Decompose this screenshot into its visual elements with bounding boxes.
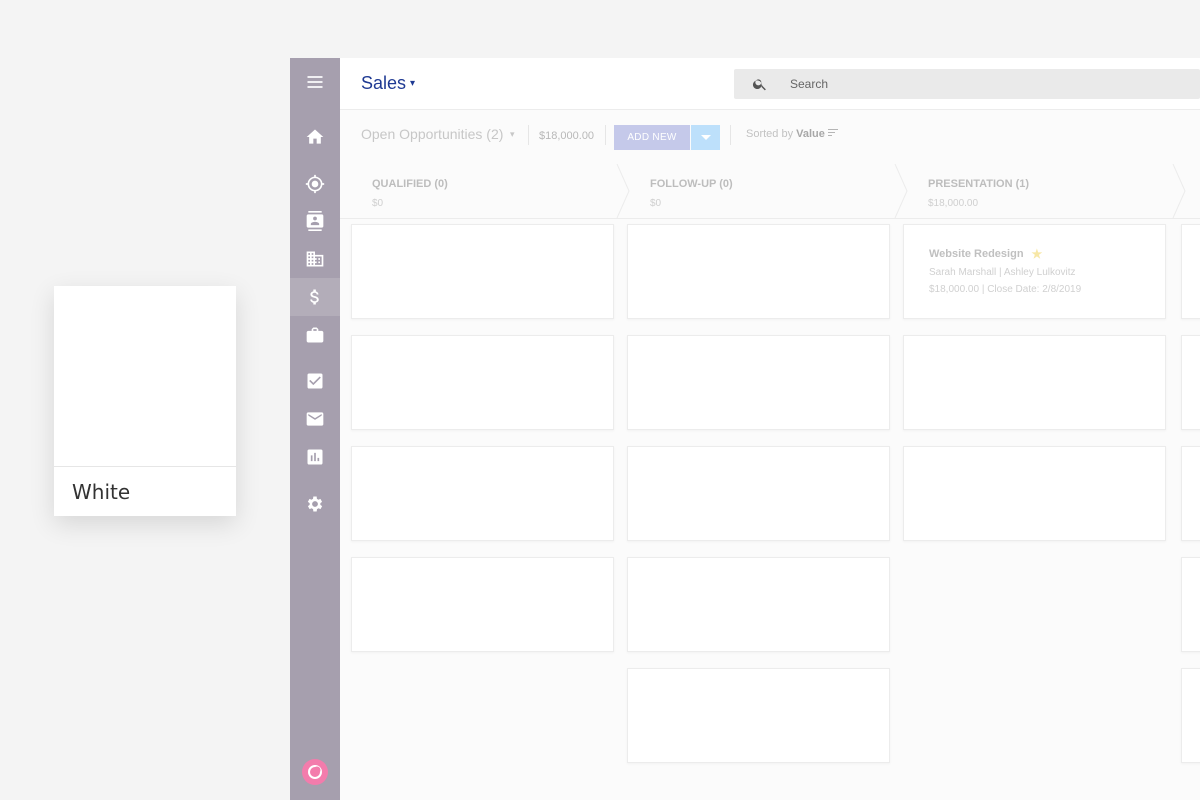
empty-card-slot (351, 557, 614, 652)
search-icon (752, 79, 766, 91)
opportunity-card[interactable]: Website Redesign ★ Sarah Marshall | Ashl… (903, 224, 1166, 319)
empty-card-slot (903, 446, 1166, 541)
stage-name: FOLLOW-UP (0) (650, 178, 733, 190)
page-title: Sales (361, 73, 407, 93)
search-input[interactable] (790, 74, 1170, 94)
chart-icon[interactable] (290, 438, 340, 476)
app-logo-icon[interactable] (302, 759, 328, 785)
empty-card-slot (627, 224, 890, 319)
sidebar (290, 58, 340, 800)
add-new-button[interactable]: ADD NEW (614, 125, 690, 150)
stage-follow-up[interactable]: FOLLOW-UP (0) $0 (628, 164, 898, 218)
target-icon[interactable] (290, 165, 340, 203)
divider (730, 125, 731, 145)
add-new-dropdown-button[interactable] (691, 125, 720, 150)
empty-card-slot (1181, 446, 1200, 541)
swatch-color-fill (54, 286, 236, 467)
empty-card-slot (1181, 668, 1200, 763)
empty-card-slot (351, 224, 614, 319)
opportunity-title: Website Redesign (929, 248, 1024, 260)
divider (340, 218, 1200, 219)
gear-icon[interactable] (290, 485, 340, 523)
empty-card-slot (627, 557, 890, 652)
page-title-dropdown[interactable]: Sales ▾ (361, 73, 415, 94)
stage-header-row: QUALIFIED (0) $0 FOLLOW-UP (0) $0 PRESEN… (340, 164, 1200, 218)
chevron-down-icon: ▾ (410, 78, 416, 89)
stage-divider-chevron (1172, 164, 1186, 218)
mail-icon[interactable] (290, 400, 340, 438)
star-icon[interactable]: ★ (1032, 247, 1043, 261)
sort-control[interactable]: Sorted by Value (746, 128, 825, 140)
empty-card-slot (627, 446, 890, 541)
stage-name: PRESENTATION (1) (928, 178, 1030, 190)
dollar-icon[interactable] (290, 278, 340, 316)
stage-amount: $0 (650, 198, 662, 209)
empty-card-slot (351, 446, 614, 541)
pipeline-toolbar: Open Opportunities (2) ▾ $18,000.00 ADD … (340, 111, 1200, 159)
opportunity-title-row: Website Redesign ★ (929, 247, 1042, 261)
main-content: Sales ▾ Open Opportunities (2) ▾ $18,000… (340, 58, 1200, 800)
empty-card-slot (627, 335, 890, 430)
empty-card-slot (1181, 335, 1200, 430)
divider (528, 125, 529, 145)
opportunity-value-close-date: $18,000.00 | Close Date: 2/8/2019 (929, 284, 1082, 295)
color-swatch-card: White (54, 286, 236, 516)
briefcase-icon[interactable] (290, 316, 340, 354)
crm-app-window: Sales ▾ Open Opportunities (2) ▾ $18,000… (290, 58, 1200, 800)
sort-icon[interactable] (828, 129, 838, 137)
menu-icon[interactable] (290, 63, 340, 101)
stage-presentation[interactable]: PRESENTATION (1) $18,000.00 (906, 164, 1176, 218)
stage-amount: $0 (372, 198, 384, 209)
divider (605, 125, 606, 145)
stage-amount: $18,000.00 (928, 198, 979, 209)
empty-card-slot (903, 335, 1166, 430)
opportunity-filter[interactable]: Open Opportunities (2) (361, 126, 503, 142)
task-check-icon[interactable] (290, 362, 340, 400)
company-icon[interactable] (290, 240, 340, 278)
empty-card-slot (627, 668, 890, 763)
empty-card-slot (351, 335, 614, 430)
empty-card-slot (1181, 557, 1200, 652)
caret-down-icon (700, 135, 711, 140)
chevron-down-icon[interactable]: ▾ (510, 129, 515, 140)
top-header: Sales ▾ (340, 58, 1200, 110)
sort-prefix: Sorted by (746, 128, 794, 140)
pipeline-total: $18,000.00 (539, 130, 595, 142)
sort-value: Value (796, 128, 825, 140)
swatch-label: White (72, 480, 131, 504)
search-bar (734, 69, 1200, 99)
opportunity-people: Sarah Marshall | Ashley Lulkovitz (929, 267, 1076, 278)
empty-card-slot (1181, 224, 1200, 319)
contacts-icon[interactable] (290, 202, 340, 240)
home-icon[interactable] (290, 118, 340, 156)
stage-name: QUALIFIED (0) (372, 178, 448, 190)
stage-qualified[interactable]: QUALIFIED (0) $0 (350, 164, 620, 218)
